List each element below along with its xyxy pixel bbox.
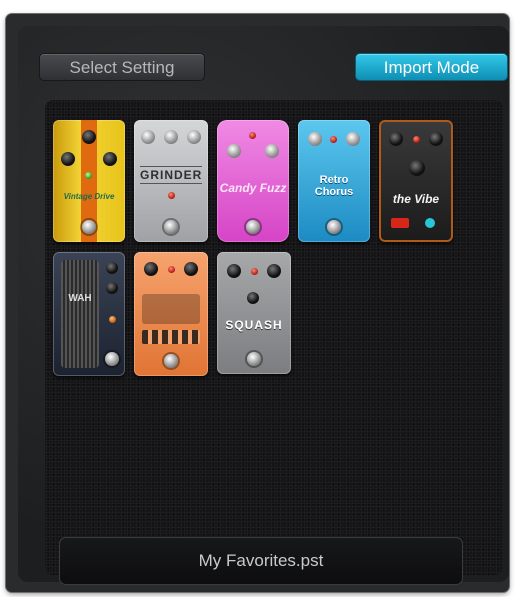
pedal-vintage-drive[interactable]: Vintage Drive xyxy=(53,120,125,242)
knob-icon xyxy=(141,130,155,144)
footswitch-icon xyxy=(246,220,260,234)
pedal-retro-chorus-label: Retro Chorus xyxy=(314,174,354,198)
pedal-browser-area: Vintage Drive GRINDER Candy Fuzz Retro C… xyxy=(45,100,503,575)
footswitch-icon xyxy=(247,352,261,366)
pedal-candy-fuzz-label: Candy Fuzz xyxy=(219,181,287,195)
pedal-candy-fuzz[interactable]: Candy Fuzz xyxy=(217,120,289,242)
select-setting-button[interactable]: Select Setting xyxy=(39,53,205,81)
footswitch-icon xyxy=(327,220,341,234)
pedal-the-vibe-label: the Vibe xyxy=(392,192,440,206)
pedal-squash-compressor-label: SQUASH xyxy=(225,318,283,332)
led-icon xyxy=(251,268,258,275)
knob-icon xyxy=(82,130,96,144)
knob-icon xyxy=(308,132,322,146)
pedal-the-vibe[interactable]: the Vibe xyxy=(379,120,453,242)
led-icon xyxy=(330,136,337,143)
pedal-retro-chorus[interactable]: Retro Chorus xyxy=(298,120,370,242)
pedalboard-window: Select Setting Import Mode Vintage Drive… xyxy=(6,14,509,592)
knob-icon xyxy=(184,262,198,276)
knob-icon xyxy=(144,262,158,276)
preset-filename-field[interactable]: My Favorites.pst xyxy=(59,537,463,585)
knob-icon xyxy=(265,144,279,158)
led-icon xyxy=(168,266,175,273)
led-icon xyxy=(249,132,256,139)
knob-icon xyxy=(389,132,403,146)
knob-icon xyxy=(187,130,201,144)
pedal-grinder[interactable]: GRINDER xyxy=(134,120,208,242)
import-mode-button[interactable]: Import Mode xyxy=(355,53,508,81)
led-icon xyxy=(109,316,116,323)
pedal-squash-compressor[interactable]: SQUASH xyxy=(217,252,291,374)
led-icon xyxy=(168,192,175,199)
pedal-orange[interactable] xyxy=(134,252,208,376)
knob-icon xyxy=(409,160,425,176)
knob-icon xyxy=(106,262,118,274)
knob-icon xyxy=(61,152,75,166)
knob-icon xyxy=(164,130,178,144)
pedal-wah[interactable]: WAH xyxy=(53,252,125,376)
pedal-vintage-drive-label: Vintage Drive xyxy=(63,192,115,201)
footswitch-icon xyxy=(164,220,178,234)
led-icon xyxy=(413,136,420,143)
knob-icon xyxy=(247,292,259,304)
knob-icon xyxy=(227,144,241,158)
knob-icon xyxy=(267,264,281,278)
footswitch-icon xyxy=(164,354,178,368)
knob-icon xyxy=(103,152,117,166)
led-icon xyxy=(85,172,92,179)
footswitch-icon xyxy=(105,352,119,366)
pedal-wah-label: WAH xyxy=(68,293,92,304)
knob-icon xyxy=(346,132,360,146)
pedalboard-panel: Select Setting Import Mode Vintage Drive… xyxy=(18,26,509,585)
footswitch-icon xyxy=(82,220,96,234)
pedal-grinder-label: GRINDER xyxy=(140,166,203,184)
knob-icon xyxy=(429,132,443,146)
knob-icon xyxy=(227,264,241,278)
knob-icon xyxy=(106,282,118,294)
